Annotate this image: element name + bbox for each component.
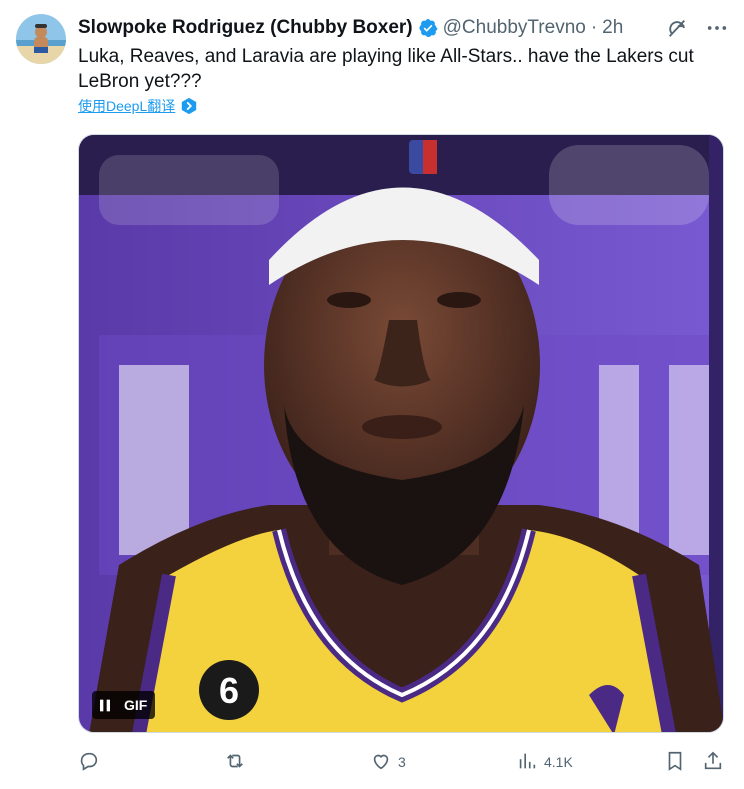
reply-icon [78,750,100,775]
tweet-text: Luka, Reaves, and Laravia are playing li… [78,46,694,92]
deepl-icon[interactable] [180,97,198,115]
translate-link[interactable]: 使用DeepL翻译 [78,96,175,116]
like-count: 3 [398,754,406,770]
gif-controls: GIF [92,691,156,719]
share-icon [702,750,724,775]
tweet-timestamp[interactable]: 2h [602,17,623,39]
reply-button[interactable] [78,748,106,776]
gif-badge: GIF [118,691,156,719]
header-actions [666,15,728,41]
retweet-button[interactable] [224,748,252,776]
tweet-header: Slowpoke Rodriguez (Chubby Boxer) @Chubb… [78,15,728,41]
tweet-card[interactable]: Slowpoke Rodriguez (Chubby Boxer) @Chubb… [0,0,744,789]
like-button[interactable]: 3 [370,748,406,776]
author-handle[interactable]: @ChubbyTrevno [443,17,586,39]
author-display-name[interactable]: Slowpoke Rodriguez (Chubby Boxer) [78,17,413,39]
action-bar: 3 4.1K [78,748,724,776]
bookmark-button[interactable] [664,748,686,776]
share-button[interactable] [702,748,724,776]
svg-text:6: 6 [219,670,239,711]
heart-icon [370,750,392,775]
more-icon[interactable] [706,17,728,39]
translate-row: 使用DeepL翻译 [78,96,198,116]
gif-media[interactable]: 6 [78,134,724,733]
bookmark-icon [664,750,686,775]
pause-icon[interactable] [92,691,118,719]
separator-dot: · [590,17,598,38]
verified-badge-icon [418,18,438,38]
retweet-icon [224,750,246,775]
avatar[interactable] [16,14,66,64]
views-count: 4.1K [544,754,573,770]
views-button[interactable]: 4.1K [516,748,573,776]
views-icon [516,750,538,775]
grok-icon[interactable] [666,17,688,39]
